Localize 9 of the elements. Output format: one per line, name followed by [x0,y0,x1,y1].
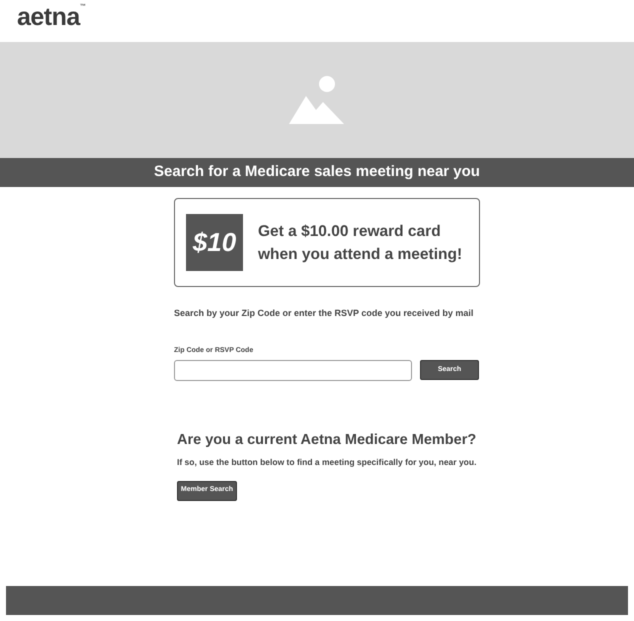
zip-code-field[interactable] [174,360,412,381]
reward-text: when you attend a meeting! [258,244,462,264]
image-placeholder-icon [289,75,345,125]
member-description: If so, use the button below to find a meeting specifically for you, near you. [177,456,478,469]
member-heading: Are you a current Aetna Medicare Member? [177,431,476,450]
reward-text: Get a $10.00 reward card [258,222,442,242]
reward-badge: $10 [186,214,243,271]
page-title-banner: Search for a Medicare sales meeting near you [0,158,634,187]
instructions-text: Search by your Zip Code or enter the RSVP code you received by mail [174,307,474,320]
